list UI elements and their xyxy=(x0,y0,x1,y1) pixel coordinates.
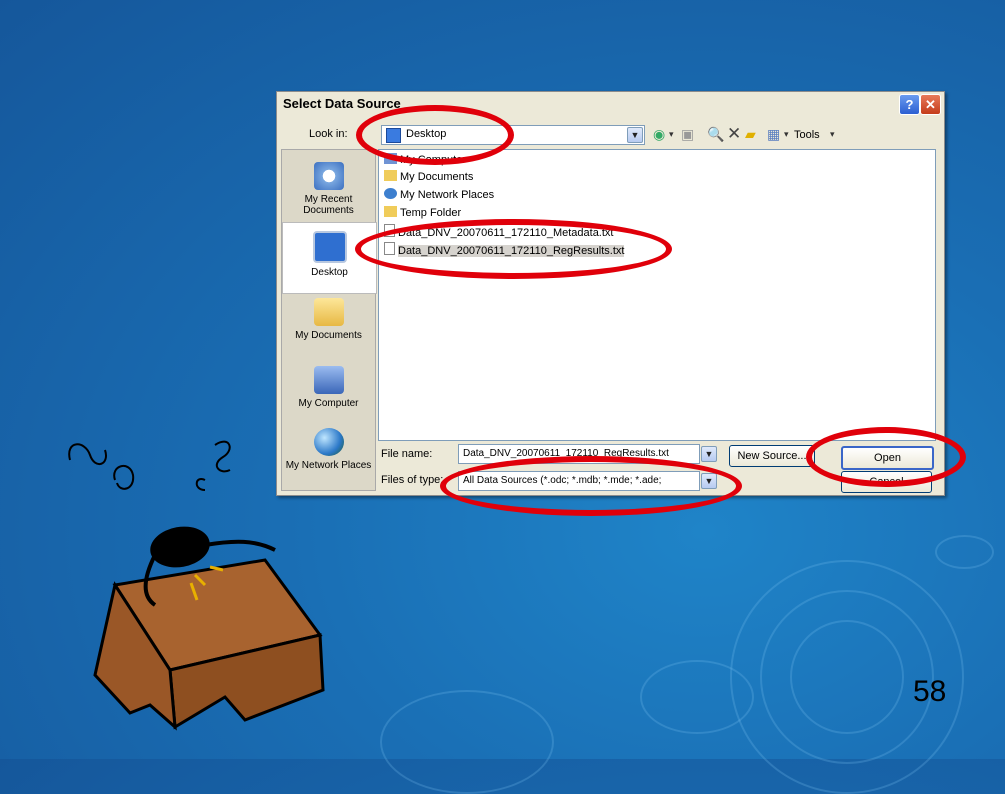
folder-icon xyxy=(384,170,397,181)
place-my-documents[interactable]: My Documents xyxy=(282,290,375,360)
frustrated-person-clipart xyxy=(68,440,325,731)
slide-number: 58 xyxy=(913,675,947,708)
dialog-title: Select Data Source xyxy=(283,96,401,111)
views-icon[interactable]: ▦ xyxy=(767,125,780,143)
views-dropdown-icon[interactable]: ▾ xyxy=(784,125,789,143)
tools-menu[interactable]: Tools xyxy=(794,129,820,141)
new-folder-icon[interactable]: ▰ xyxy=(745,125,756,143)
file-item[interactable]: My Documents xyxy=(384,170,473,185)
desktop-icon xyxy=(312,231,347,263)
files-of-type-label: Files of type: xyxy=(381,474,444,486)
highlight-oval-look-in xyxy=(356,105,514,165)
place-label: My Recent Documents xyxy=(303,194,354,216)
file-name-dropdown-arrow[interactable]: ▼ xyxy=(701,446,717,462)
highlight-oval-selected-file xyxy=(355,219,672,279)
water-ripple xyxy=(640,660,754,734)
place-label: Desktop xyxy=(311,267,348,278)
computer-icon xyxy=(313,366,344,394)
search-icon[interactable]: 🔍 xyxy=(707,125,724,143)
place-label: My Computer xyxy=(298,398,359,409)
highlight-oval-files-of-type xyxy=(440,456,742,516)
look-in-label: Look in: xyxy=(309,128,348,140)
look-in-dropdown-arrow[interactable]: ▼ xyxy=(627,127,643,143)
file-list[interactable]: My Computer My Documents My Network Plac… xyxy=(378,149,936,441)
new-source-button[interactable]: New Source... xyxy=(729,445,815,467)
water-ripple xyxy=(380,690,554,794)
back-dropdown-icon[interactable]: ▾ xyxy=(669,125,674,143)
water-ripple xyxy=(935,535,994,569)
delete-icon[interactable]: ✕ xyxy=(727,125,741,143)
file-name-label: File name: xyxy=(381,448,433,460)
folder-icon xyxy=(313,298,344,326)
file-item[interactable]: My Network Places xyxy=(384,188,494,203)
water-ripple xyxy=(790,620,904,734)
recent-documents-icon xyxy=(313,162,344,190)
place-my-computer[interactable]: My Computer xyxy=(282,358,375,428)
highlight-oval-open-button xyxy=(806,427,966,487)
network-places-icon xyxy=(384,188,397,199)
close-button[interactable]: ✕ xyxy=(920,94,941,115)
back-icon[interactable]: ◉ xyxy=(653,125,665,143)
place-label: My Documents xyxy=(295,330,362,341)
place-my-recent-documents[interactable]: My Recent Documents xyxy=(282,154,375,224)
file-item[interactable]: Temp Folder xyxy=(384,206,461,221)
up-folder-icon[interactable]: ▣ xyxy=(681,125,694,143)
help-button[interactable]: ? xyxy=(899,94,920,115)
tools-dropdown-icon[interactable]: ▾ xyxy=(830,125,835,143)
folder-icon xyxy=(384,206,397,217)
